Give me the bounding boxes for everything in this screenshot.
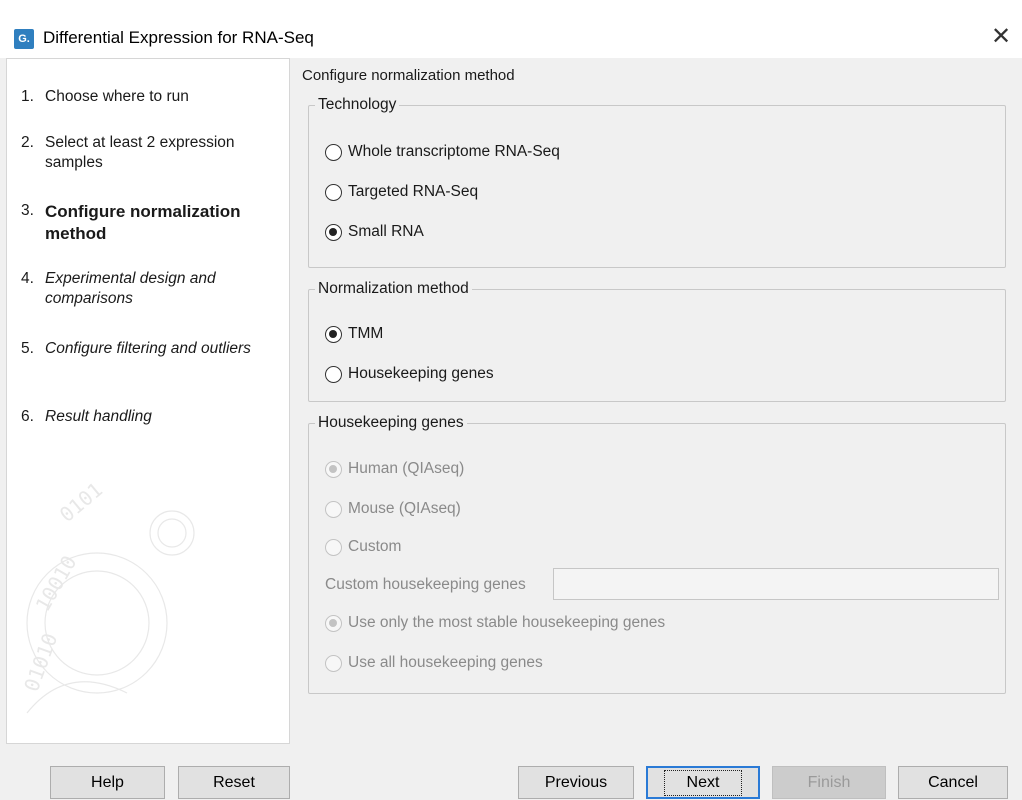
radio-custom[interactable]: Custom [325, 536, 401, 558]
radio-label: Custom [348, 538, 402, 555]
svg-text:0101: 0101 [55, 477, 107, 526]
radio-housekeeping-genes[interactable]: Housekeeping genes [325, 363, 494, 385]
radio-button-icon[interactable] [325, 143, 342, 161]
svg-text:01010: 01010 [19, 630, 62, 695]
radio-label: Housekeeping genes [348, 365, 494, 382]
radio-button-selected-icon[interactable] [325, 223, 342, 241]
step-label: Result handling [45, 408, 152, 425]
reset-button[interactable]: Reset [178, 766, 290, 799]
radio-whole-transcriptome[interactable]: Whole transcriptome RNA-Seq [325, 141, 560, 163]
radio-label: TMM [348, 325, 384, 342]
step-label: Configure normalization method [45, 202, 241, 243]
radio-label: Mouse (QIAseq) [348, 500, 461, 517]
radio-human-qiaseq[interactable]: Human (QIAseq) [325, 458, 464, 480]
step-number: 2. [21, 134, 34, 151]
radio-label: Use all housekeeping genes [348, 654, 543, 671]
step-number: 5. [21, 340, 34, 357]
close-icon[interactable]: ✕ [986, 22, 1016, 52]
app-logo-icon: G. [14, 29, 34, 49]
radio-button-selected-icon[interactable] [325, 325, 342, 343]
step-label: Configure filtering and outliers [45, 340, 251, 357]
step-number: 6. [21, 408, 34, 425]
cancel-button[interactable]: Cancel [898, 766, 1008, 799]
window-title: Differential Expression for RNA-Seq [43, 28, 314, 47]
previous-button[interactable]: Previous [518, 766, 634, 799]
custom-housekeeping-genes-input[interactable] [553, 568, 999, 600]
step-number: 3. [21, 202, 34, 219]
normalization-method-group: Normalization method TMM Housekeeping ge… [308, 280, 1006, 402]
step-label: Choose where to run [45, 88, 189, 105]
content-panel: Configure normalization method Technolog… [298, 58, 1022, 744]
next-button-label: Next [663, 769, 743, 796]
title-bar: G. Differential Expression for RNA-Seq ✕ [0, 0, 1022, 58]
radio-button-icon[interactable] [325, 654, 342, 672]
radio-all-genes[interactable]: Use all housekeeping genes [325, 652, 543, 674]
section-heading: Configure normalization method [302, 67, 515, 84]
radio-small-rna[interactable]: Small RNA [325, 221, 424, 243]
finish-button[interactable]: Finish [772, 766, 886, 799]
technology-group: Technology Whole transcriptome RNA-Seq T… [308, 96, 1006, 268]
radio-label: Whole transcriptome RNA-Seq [348, 143, 560, 160]
radio-most-stable-genes[interactable]: Use only the most stable housekeeping ge… [325, 612, 665, 634]
radio-button-selected-icon[interactable] [325, 460, 342, 478]
radio-button-icon[interactable] [325, 183, 342, 201]
radio-label: Use only the most stable housekeeping ge… [348, 614, 666, 631]
radio-mouse-qiaseq[interactable]: Mouse (QIAseq) [325, 498, 461, 520]
housekeeping-legend: Housekeeping genes [318, 414, 464, 431]
radio-tmm[interactable]: TMM [325, 323, 383, 345]
step-label: Experimental design and comparisons [45, 270, 216, 307]
wizard-steps-panel: 1. Choose where to run 2. Select at leas… [6, 58, 290, 744]
step-number: 1. [21, 88, 34, 105]
radio-button-icon[interactable] [325, 538, 342, 556]
dialog-button-bar: Help Reset Previous Next Finish Cancel [0, 744, 1022, 800]
binary-swirl-watermark-icon: 0101 10010 01010 [19, 477, 195, 714]
radio-label: Human (QIAseq) [348, 460, 465, 477]
radio-button-selected-icon[interactable] [325, 614, 342, 632]
svg-text:10010: 10010 [31, 551, 82, 615]
step-label: Select at least 2 expression samples [45, 134, 235, 171]
custom-housekeeping-genes-label: Custom housekeeping genes [325, 576, 526, 593]
radio-button-icon[interactable] [325, 365, 342, 383]
technology-legend: Technology [318, 96, 397, 113]
normalization-legend: Normalization method [318, 280, 469, 297]
next-button[interactable]: Next [646, 766, 760, 799]
radio-button-icon[interactable] [325, 500, 342, 518]
radio-targeted-rnaseq[interactable]: Targeted RNA-Seq [325, 181, 478, 203]
housekeeping-genes-group: Housekeeping genes Human (QIAseq) Mouse … [308, 414, 1006, 694]
radio-label: Small RNA [348, 223, 424, 240]
radio-label: Targeted RNA-Seq [348, 183, 479, 200]
help-button[interactable]: Help [50, 766, 165, 799]
step-number: 4. [21, 270, 34, 287]
